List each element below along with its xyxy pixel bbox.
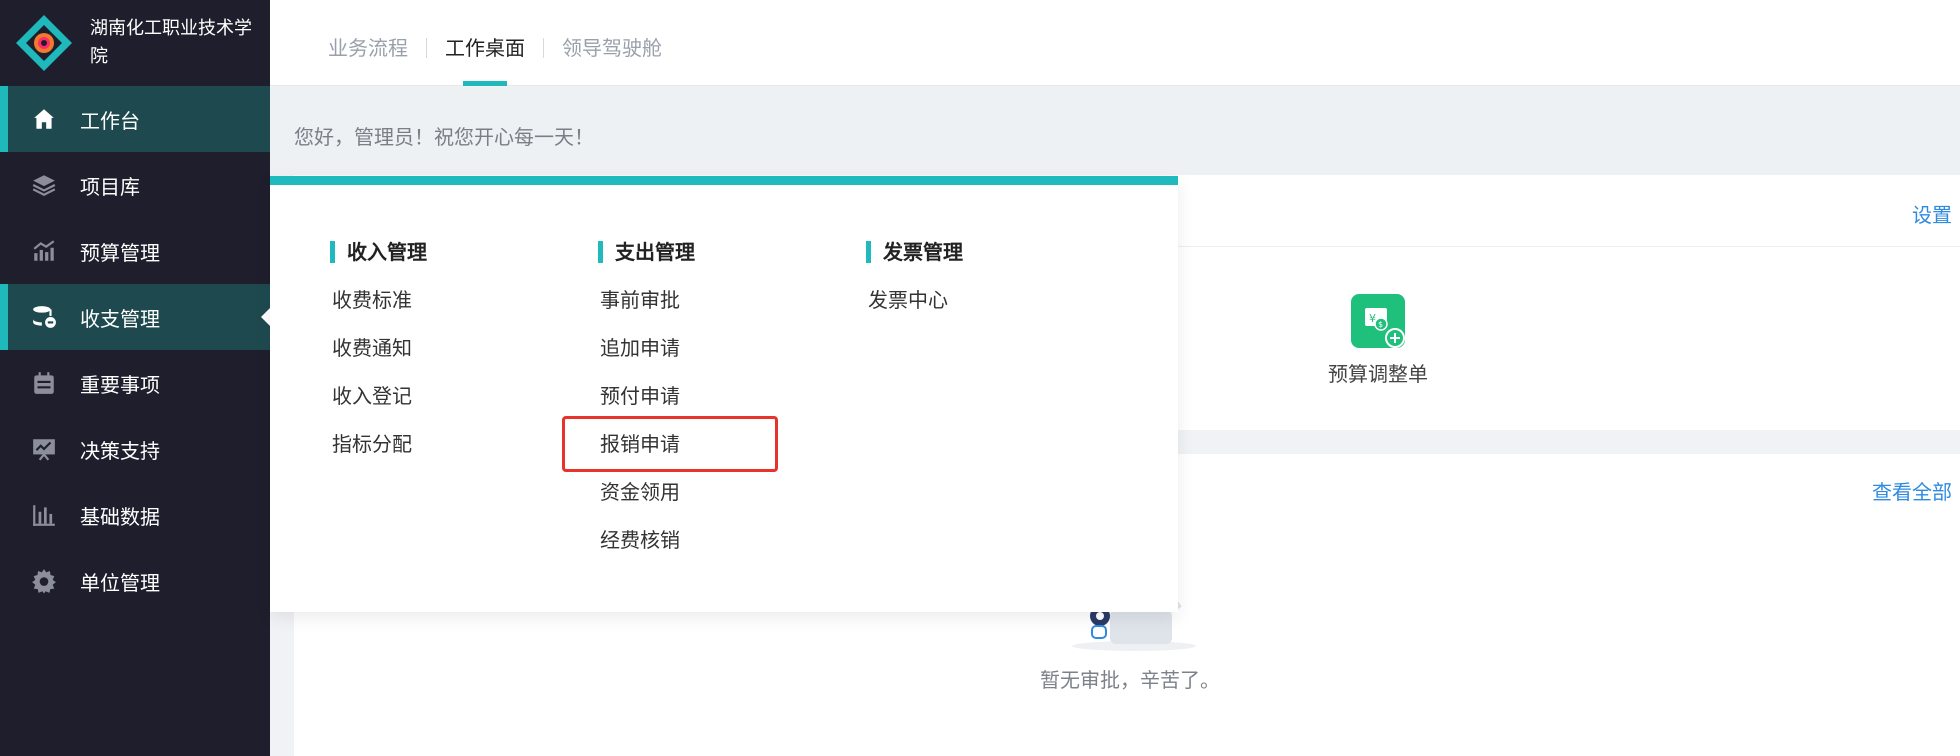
empty-state-text: 暂无审批，辛苦了。 <box>1040 668 1220 692</box>
income-expense-dropdown: 收入管理 收费标准 收费通知 收入登记 指标分配 支出管理 事前审批 追加申请 … <box>270 176 1178 612</box>
column-items: 收费标准 收费通知 收入登记 指标分配 <box>270 289 427 481</box>
tile-label: 预算调整单 <box>1328 362 1428 386</box>
layers-icon <box>30 171 58 199</box>
sidebar-item-workbench[interactable]: 工作台 <box>0 86 270 152</box>
sidebar-item-unit-management[interactable]: 单位管理 <box>0 548 270 614</box>
sidebar: 湖南化工职业技术学院 工作台 项目库 预算管理 收支管理 重要事项 决策支持 基… <box>0 0 270 756</box>
menu-item-fee-notice[interactable]: 收费通知 <box>332 337 427 385</box>
dropdown-column-income: 收入管理 收费标准 收费通知 收入登记 指标分配 <box>270 241 427 481</box>
logo-icon <box>14 13 74 73</box>
column-title: 支出管理 <box>598 241 695 263</box>
sidebar-item-important-matters[interactable]: 重要事项 <box>0 350 270 416</box>
menu-item-pre-approval[interactable]: 事前审批 <box>600 289 695 337</box>
sidebar-item-basic-data[interactable]: 基础数据 <box>0 482 270 548</box>
sidebar-item-label: 工作台 <box>80 108 140 133</box>
sidebar-item-label: 单位管理 <box>80 570 160 595</box>
home-icon <box>30 105 58 133</box>
menu-item-fee-standard[interactable]: 收费标准 <box>332 289 427 337</box>
menu-item-additional-request[interactable]: 追加申请 <box>600 337 695 385</box>
bar-chart-icon <box>30 501 58 529</box>
column-items: 发票中心 <box>806 289 963 337</box>
chart-trend-icon <box>30 237 58 265</box>
sidebar-item-project-library[interactable]: 项目库 <box>0 152 270 218</box>
sidebar-item-income-expense[interactable]: 收支管理 <box>0 284 270 350</box>
sidebar-item-label: 决策支持 <box>80 438 160 463</box>
sidebar-item-label: 重要事项 <box>80 372 160 397</box>
sidebar-item-label: 基础数据 <box>80 504 160 529</box>
calendar-icon <box>30 369 58 397</box>
sidebar-item-budget[interactable]: 预算管理 <box>0 218 270 284</box>
menu-item-fund-requisition[interactable]: 资金领用 <box>600 481 695 529</box>
tab-business-process[interactable]: 业务流程 <box>310 0 426 86</box>
org-name: 湖南化工职业技术学院 <box>90 18 252 67</box>
budget-adjustment-tile[interactable]: ¥ $ 预算调整单 <box>1322 294 1434 387</box>
tab-leader-cockpit[interactable]: 领导驾驶舱 <box>544 0 680 86</box>
greeting-bar: 您好，管理员！祝您开心每一天！ <box>270 87 1960 175</box>
menu-item-invoice-center[interactable]: 发票中心 <box>868 289 963 337</box>
sidebar-item-label: 项目库 <box>80 174 140 199</box>
svg-text:$: $ <box>1378 320 1383 329</box>
tab-work-desktop[interactable]: 工作桌面 <box>427 0 543 86</box>
sidebar-item-label: 预算管理 <box>80 240 160 265</box>
sidebar-header: 湖南化工职业技术学院 <box>0 0 270 86</box>
gear-icon <box>30 567 58 595</box>
top-tabs: 业务流程 工作桌面 领导驾驶舱 <box>310 0 680 86</box>
view-all-link[interactable]: 查看全部 <box>1872 476 1952 505</box>
budget-adjustment-icon: ¥ $ <box>1351 294 1405 348</box>
highlight-annotation <box>562 416 778 472</box>
top-nav: 业务流程 工作桌面 领导驾驶舱 <box>270 0 1960 86</box>
sidebar-menu: 工作台 项目库 预算管理 收支管理 重要事项 决策支持 基础数据 单位管理 <box>0 86 270 614</box>
dropdown-column-invoice: 发票管理 发票中心 <box>806 241 963 337</box>
column-title: 发票管理 <box>866 241 963 263</box>
dropdown-column-expense: 支出管理 事前审批 追加申请 预付申请 报销申请 资金领用 经费核销 <box>538 241 695 577</box>
sidebar-item-decision-support[interactable]: 决策支持 <box>0 416 270 482</box>
database-icon <box>30 303 58 331</box>
presentation-icon <box>30 435 58 463</box>
sidebar-item-label: 收支管理 <box>80 306 160 331</box>
greeting-text: 您好，管理员！祝您开心每一天！ <box>294 125 594 149</box>
menu-item-quota-allocation[interactable]: 指标分配 <box>332 433 427 481</box>
menu-item-expense-writeoff[interactable]: 经费核销 <box>600 529 695 577</box>
menu-item-income-registration[interactable]: 收入登记 <box>332 385 427 433</box>
column-title: 收入管理 <box>330 241 427 263</box>
settings-link[interactable]: 设置 <box>1912 199 1952 228</box>
